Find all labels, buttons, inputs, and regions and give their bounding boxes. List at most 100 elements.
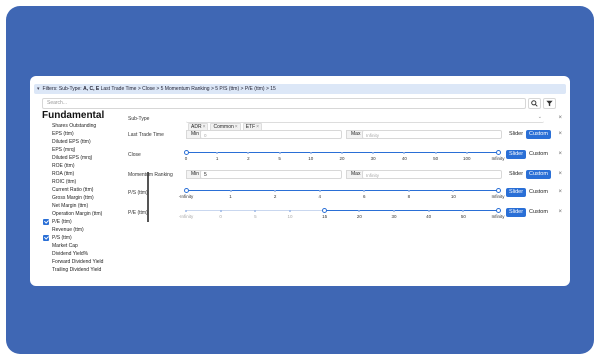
custom-toggle[interactable]: Custom [526,208,551,217]
slider-max-handle[interactable] [495,208,501,213]
slider-step-dot [434,151,437,154]
slider-tick-label: Infinity [491,194,505,199]
slider-track[interactable] [186,190,498,191]
sidebar-item-label: Revenue (ttm) [52,227,84,233]
sidebar-item-label: P/S (ttm) [52,235,72,241]
sidebar-item-label: ROIC (ttm) [52,179,77,185]
slider-step-dot [372,151,375,154]
sidebar-item-label: Dividend Yield% [52,251,89,257]
remove-filter-last-trade-time[interactable]: × [558,131,562,137]
slider-step-dot [465,151,468,154]
custom-toggle[interactable]: Custom [526,170,551,179]
slider-toggle[interactable]: Slider [506,208,527,217]
min-value: 5 [204,172,207,178]
search-button[interactable] [528,98,541,109]
remove-filter-subtype[interactable]: × [558,115,562,121]
slider-min-handle[interactable] [183,188,189,193]
sidebar-item-label: Market Cap [52,243,78,249]
slider-min-handle[interactable] [183,150,189,155]
filters-area: Sub-Type ADR× Common× ETF× ⌄ × Last Trade … [122,110,568,284]
slider-tick-label: 30 [370,156,376,161]
slider-tick-label: 50 [433,156,439,161]
slider-tick-label: 10 [308,156,314,161]
search-input[interactable]: Search... [42,98,526,109]
slider-step-dot [341,151,343,154]
pe-range-slider[interactable]: -Infinity 0 5 10 15 20 30 40 50 Infinity [122,206,505,222]
checkbox-checked-icon[interactable] [43,219,49,225]
slider-tick-label: 2 [247,156,250,161]
slider-max-handle[interactable] [495,150,501,155]
last-trade-min-input[interactable]: 0 [200,130,342,139]
momentum-min-input[interactable]: 5 [200,170,342,179]
slider-tick-label: 6 [363,194,366,199]
min-placeholder: 0 [204,133,207,138]
filter-label-subtype: Sub-Type [128,116,150,122]
slider-step-dot [219,209,222,212]
slider-toggle[interactable]: Slider [506,150,527,159]
slider-step-dot [363,189,366,192]
max-placeholder: Infinity [366,173,380,178]
slider-tick-label: 40 [426,214,432,219]
ps-range-slider[interactable]: -Infinity 1 2 4 6 8 10 Infinity [122,186,505,202]
subtype-select[interactable]: ADR× Common× ETF× ⌄ [186,114,544,132]
filter-button[interactable] [543,98,556,109]
slider-toggle[interactable]: Slider [506,130,526,139]
filters-rest: Last Trade Time > Close > 5 Momentum Ran… [99,86,276,92]
slider-step-dot [427,209,430,212]
slider-tick-label: -Infinity [178,194,194,199]
slider-tick-label: Infinity [491,214,505,219]
custom-toggle[interactable]: Custom [526,130,551,139]
slider-tick-label: 15 [322,214,328,219]
slider-step-dot [216,151,219,154]
remove-filter-close[interactable]: × [558,151,562,157]
remove-filter-pe[interactable]: × [558,209,562,215]
slider-tick-label: 50 [460,214,466,219]
slider-tick-label: 40 [401,156,407,161]
filter-label-momentum: Momentum Ranking [128,172,173,178]
custom-toggle[interactable]: Custom [526,150,551,159]
sidebar-item-label: ROE (ttm) [52,163,75,169]
filters-prefix: Filters: Sub-Type: [42,86,84,92]
chevron-down-icon[interactable]: ▾ [37,84,40,94]
momentum-max-input[interactable]: Infinity [362,170,502,179]
sidebar-item-label: P/E (ttm) [52,219,72,225]
max-placeholder: Infinity [366,133,380,138]
close-range-slider[interactable]: 0 1 2 5 10 20 30 40 50 100 Infinity [122,148,505,164]
sidebar-item-label: ROA (ttm) [52,171,75,177]
slider-step-dot [407,189,410,192]
remove-filter-momentum[interactable]: × [558,171,562,177]
slider-step-dot [274,189,277,192]
slider-tick-label: 8 [407,194,411,199]
sidebar-item-label: Trailing Dividend Yield [52,267,102,273]
slider-max-handle[interactable] [495,188,501,193]
sidebar-item-label: EPS (mrq) [52,147,76,153]
filter-row-close: Close 0 1 2 5 10 20 30 40 50 100 Infinity Slider C… [122,148,562,164]
slider-tick-label: 10 [450,194,456,199]
search-row: Search... [42,98,556,109]
chevron-down-icon[interactable]: ⌄ [538,114,542,120]
checkbox-checked-icon[interactable] [43,235,49,241]
slider-toggle[interactable]: Slider [506,188,527,197]
screener-panel: ▾ Filters: Sub-Type: A, C, E Last Trade T… [30,76,570,286]
custom-toggle[interactable]: Custom [526,188,551,197]
slider-tick-label: 20 [339,156,345,161]
filter-row-pe: P/E (ttm) -Infinity 0 5 10 15 20 30 40 50 Infinit… [122,206,562,222]
sidebar-item-label: Diluted EPS (mrq) [52,155,93,161]
filter-icon [546,100,553,107]
slider-tick-label: 5 [254,214,257,219]
slider-tick-label: Infinity [491,156,505,161]
slider-tick-label: 10 [287,214,293,219]
slider-toggle[interactable]: Slider [506,170,526,179]
slider-tick-label: 20 [356,214,362,219]
filters-summary-bar[interactable]: ▾ Filters: Sub-Type: A, C, E Last Trade T… [34,84,566,94]
slider-step-dot [278,151,281,154]
slider-min-handle[interactable] [322,208,328,213]
sidebar-item-label: Forward Dividend Yield [52,259,104,265]
remove-filter-ps[interactable]: × [558,189,562,195]
slider-tick-label: 5 [278,156,281,161]
slider-step-dot [229,189,232,192]
sidebar-item-label: Current Ratio (ttm) [52,187,94,193]
slider-step-dot [393,209,395,212]
last-trade-max-input[interactable]: Infinity [362,130,502,139]
slider-tick-label: 0 [184,156,188,161]
